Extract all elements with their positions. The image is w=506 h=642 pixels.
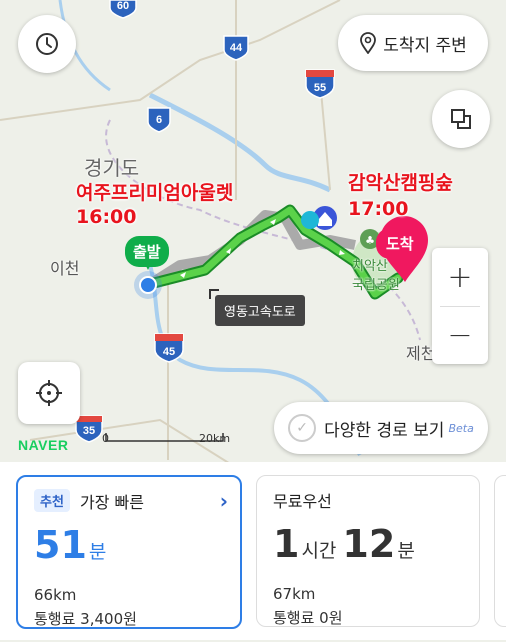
dest-name: 감악산캠핑숲 — [348, 172, 453, 194]
route-sign-6: 6 — [147, 107, 171, 133]
chevron-right-icon[interactable]: › — [220, 489, 228, 513]
svg-text:44: 44 — [230, 42, 243, 54]
location-pin-icon — [360, 32, 377, 54]
route-sign-35: 35 — [75, 415, 103, 443]
recommended-badge: 추천 — [34, 489, 70, 512]
current-location-button[interactable] — [18, 362, 80, 424]
crosshair-icon — [36, 380, 62, 406]
history-button[interactable] — [18, 15, 76, 73]
route-sign-55: 55 — [305, 69, 335, 99]
origin-time: 16:00 — [76, 206, 137, 228]
route-duration: 51 분 — [34, 523, 107, 567]
various-routes-label: 다양한 경로 보기 — [324, 420, 445, 441]
route-title: 무료우선 — [273, 492, 332, 511]
svg-text:45: 45 — [163, 346, 175, 358]
layers-button[interactable] — [432, 90, 490, 148]
route-card-free[interactable]: 무료우선 1 시간 12 분 67km 통행료 0원 — [256, 475, 480, 627]
route-sign-60: 60 — [109, 0, 137, 19]
beta-tag: Beta — [448, 421, 474, 435]
destination-area-button[interactable]: 도착지 주변 — [338, 15, 488, 71]
road-tooltip[interactable]: 영동고속도로 — [215, 295, 305, 326]
route-card-next[interactable] — [494, 475, 506, 627]
destination-area-label: 도착지 주변 — [383, 35, 467, 56]
layers-icon — [451, 109, 471, 129]
dest-time: 17:00 — [348, 198, 409, 220]
route-toll: 통행료 0원 — [273, 609, 343, 627]
svg-text:55: 55 — [314, 82, 326, 94]
route-sign-45: 45 — [154, 333, 184, 363]
naver-logo: NAVER — [18, 437, 69, 453]
route-title: 가장 빠른 — [80, 493, 144, 512]
route-cards-panel: 추천 가장 빠른 › 51 분 66km 통행료 3,400원 무료우선 1 시간 1… — [0, 462, 506, 640]
start-pin[interactable]: 출발 — [125, 236, 169, 267]
zoom-control: + − — [432, 248, 488, 364]
zoom-out-button[interactable]: − — [432, 307, 488, 364]
svg-text:6: 6 — [156, 114, 162, 126]
route-sign-44: 44 — [223, 35, 249, 61]
city-label-icheon: 이천 — [50, 259, 80, 278]
zoom-in-button[interactable]: + — [432, 249, 488, 306]
various-routes-button[interactable]: ✓ 다양한 경로 보기 Beta — [274, 402, 488, 454]
clock-icon — [36, 33, 58, 55]
scale-zero: 0 — [102, 432, 109, 445]
end-pin[interactable]: 도착 — [376, 228, 424, 259]
region-label: 경기도 — [84, 156, 140, 180]
route-duration: 1 시간 12 분 — [273, 522, 415, 566]
svg-text:60: 60 — [117, 0, 129, 12]
check-icon: ✓ — [288, 414, 317, 442]
svg-text:35: 35 — [83, 425, 95, 437]
route-distance: 67km — [273, 585, 316, 603]
park-icon: ♣ — [365, 234, 375, 247]
park-label: 치악산 국립공원 — [352, 259, 400, 293]
route-toll: 통행료 3,400원 — [34, 610, 137, 628]
origin-name: 여주프리미엄아울렛 — [76, 182, 234, 204]
route-distance: 66km — [34, 586, 77, 604]
scale-label: 20km — [199, 432, 231, 445]
route-card-fastest[interactable]: 추천 가장 빠른 › 51 분 66km 통행료 3,400원 — [16, 475, 242, 629]
